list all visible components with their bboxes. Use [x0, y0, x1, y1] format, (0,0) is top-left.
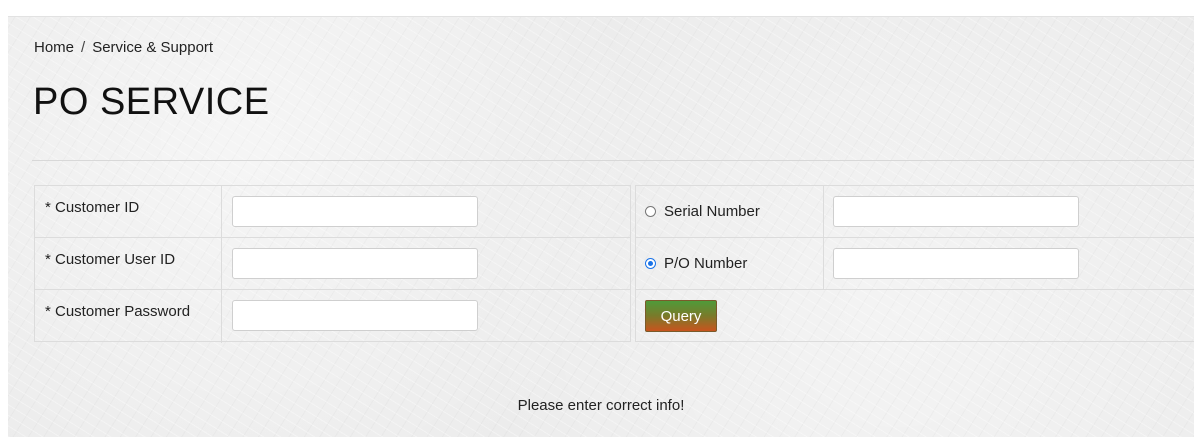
serial-number-row: Serial Number	[636, 186, 1194, 238]
customer-user-id-input[interactable]	[232, 248, 478, 279]
serial-number-option[interactable]: Serial Number	[636, 186, 824, 237]
customer-password-label: * Customer Password	[35, 290, 222, 343]
customer-id-label: * Customer ID	[35, 186, 222, 237]
serial-number-label: Serial Number	[664, 203, 760, 220]
breadcrumb-service-support-link[interactable]: Service & Support	[92, 39, 213, 56]
search-options-table: Serial Number P/O Number Query	[635, 185, 1194, 342]
po-number-option[interactable]: P/O Number	[636, 238, 824, 289]
po-number-radio[interactable]	[645, 258, 656, 269]
serial-number-radio[interactable]	[645, 206, 656, 217]
breadcrumb-separator: /	[81, 39, 86, 56]
title-divider	[32, 160, 1194, 161]
customer-password-row: * Customer Password	[35, 290, 630, 343]
customer-password-input[interactable]	[232, 300, 478, 331]
po-number-input[interactable]	[833, 248, 1079, 279]
customer-id-row: * Customer ID	[35, 186, 630, 238]
top-strip	[0, 0, 1194, 16]
breadcrumb-home-link[interactable]: Home	[34, 39, 74, 56]
page-title: PO SERVICE	[33, 81, 270, 123]
breadcrumb: Home / Service & Support	[34, 39, 213, 56]
status-message: Please enter correct info!	[517, 397, 685, 414]
page-container: Home / Service & Support PO SERVICE * Cust…	[8, 16, 1194, 437]
customer-user-id-row: * Customer User ID	[35, 238, 630, 290]
po-number-row: P/O Number	[636, 238, 1194, 290]
customer-credentials-table: * Customer ID * Customer User ID * Custo…	[34, 185, 631, 343]
query-button[interactable]: Query	[645, 300, 717, 332]
customer-user-id-label: * Customer User ID	[35, 238, 222, 289]
serial-number-input[interactable]	[833, 196, 1079, 227]
po-number-label: P/O Number	[664, 255, 748, 272]
query-row: Query	[636, 290, 1194, 343]
customer-id-input[interactable]	[232, 196, 478, 227]
